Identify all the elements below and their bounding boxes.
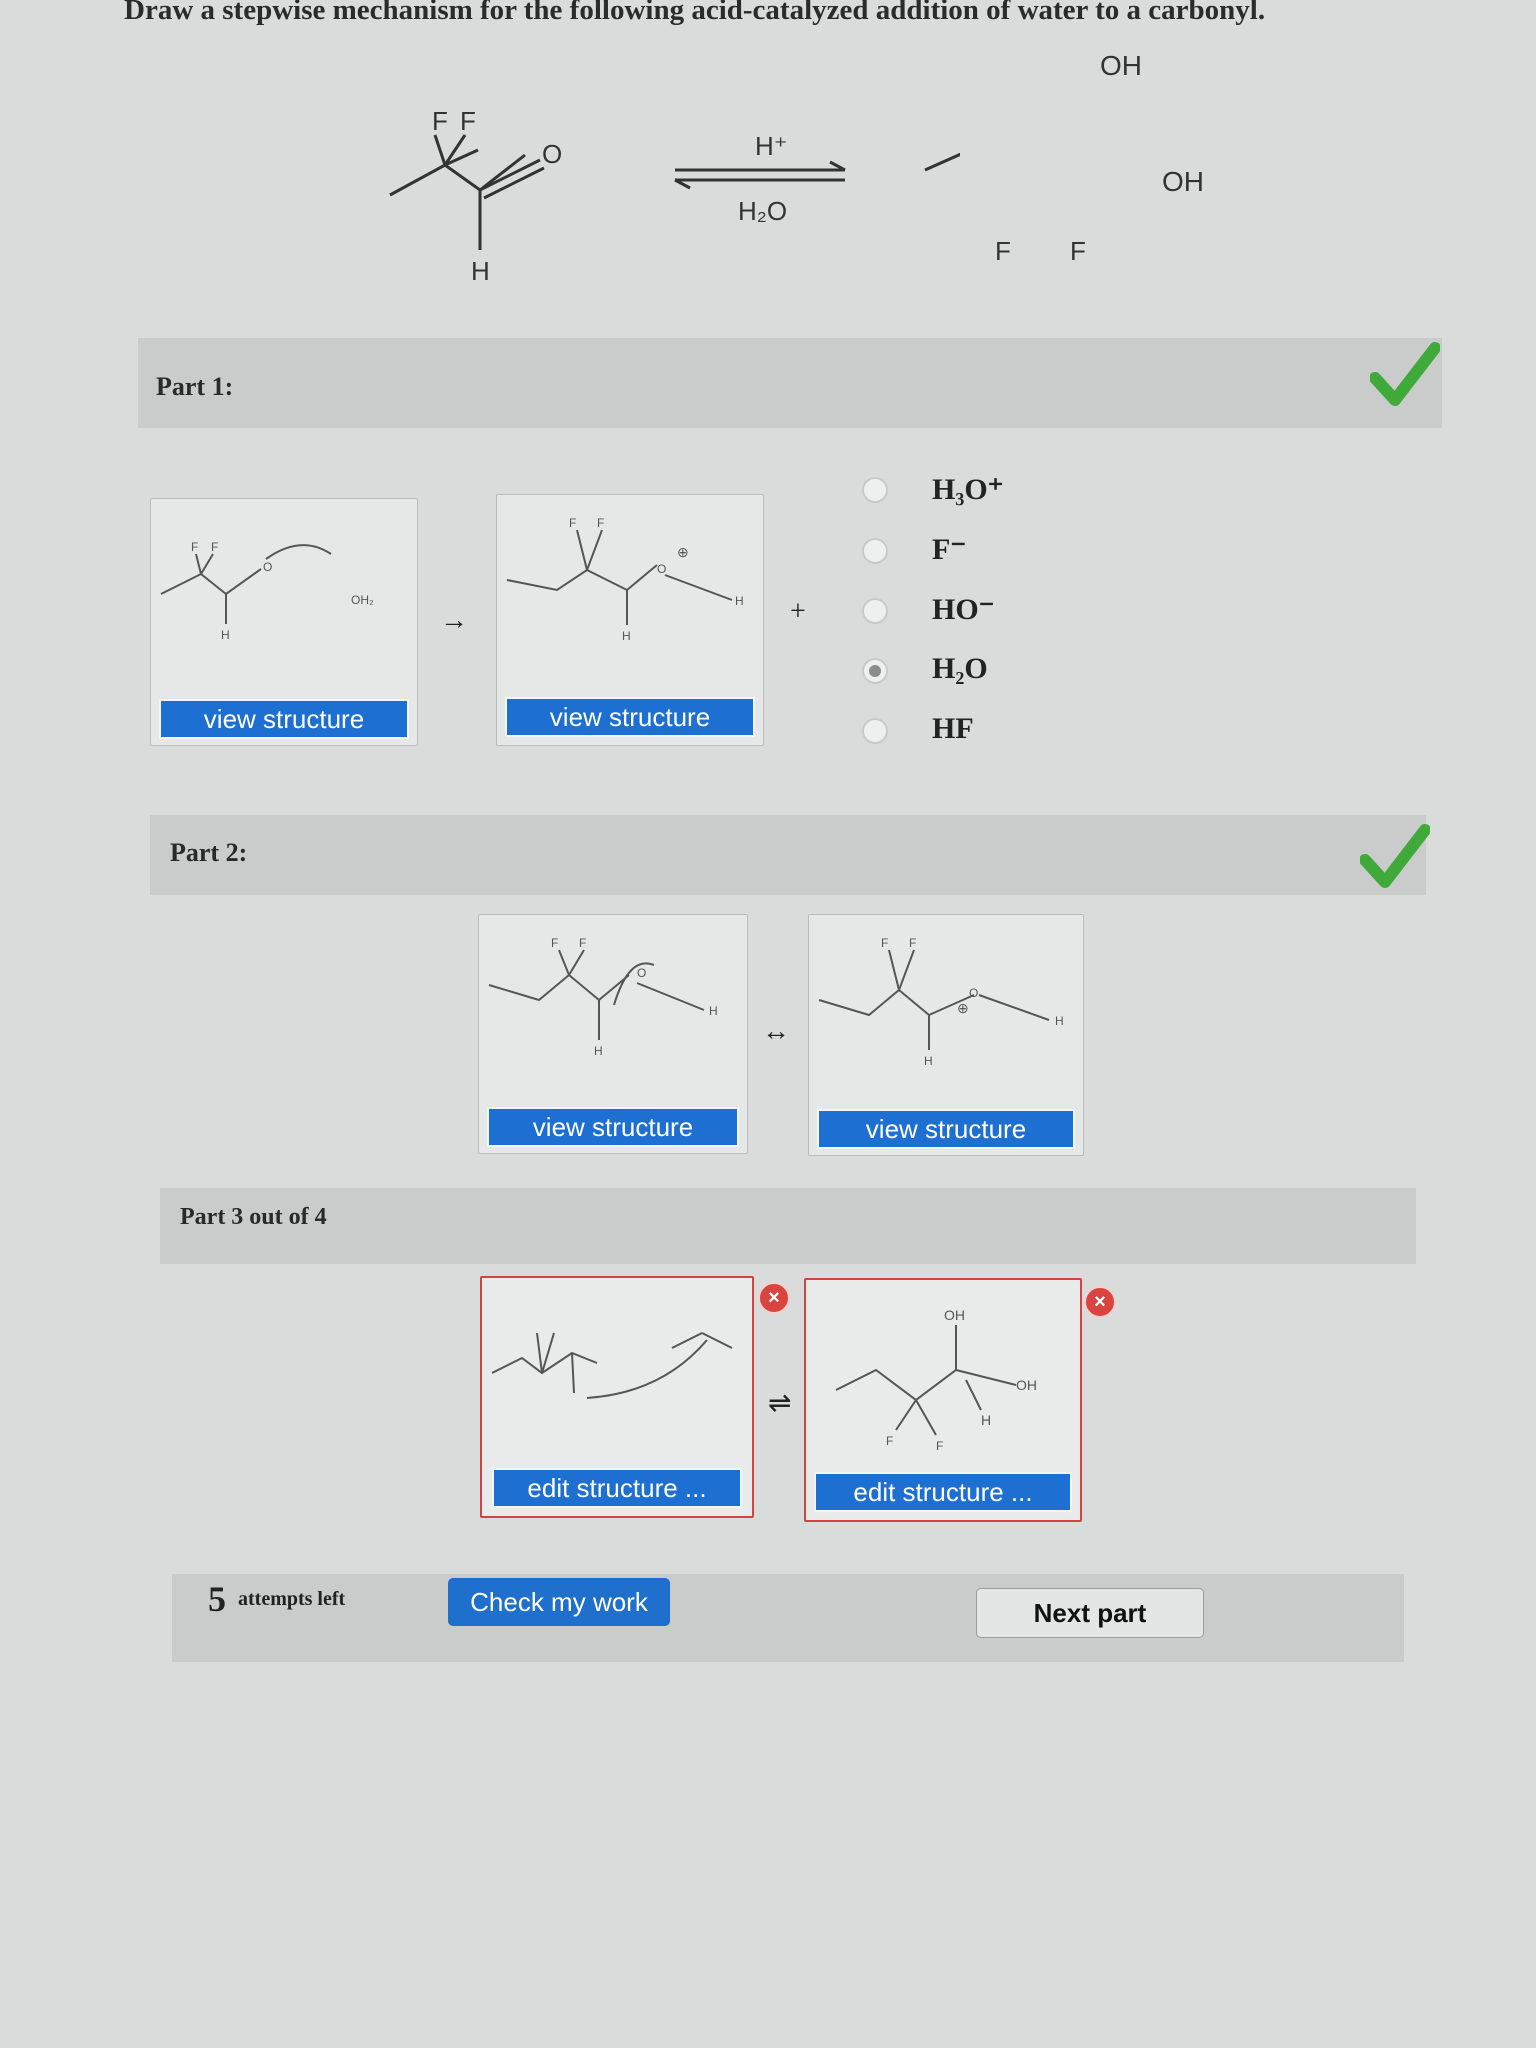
- part1-arrow: →: [440, 605, 468, 636]
- svg-text:H: H: [709, 1004, 718, 1018]
- next-part-button[interactable]: Next part: [976, 1588, 1204, 1638]
- part1-check-icon: [1370, 342, 1440, 406]
- footer-bar: [172, 1574, 1404, 1662]
- svg-text:O: O: [263, 560, 272, 574]
- part3-structure-1-drawing: [491, 1332, 733, 1399]
- part3-structure-1-error-icon: ×: [758, 1282, 790, 1314]
- part3-label: Part 3 out of 4: [180, 1204, 327, 1230]
- part2-resonance-arrow: ↔: [762, 1016, 790, 1047]
- reactant-f2: F: [460, 106, 476, 136]
- part2-view-structure-2-button[interactable]: view structure: [817, 1109, 1075, 1149]
- product-f1: F: [995, 236, 1011, 266]
- svg-text:F: F: [886, 1434, 893, 1448]
- part1-plus: +: [790, 596, 806, 627]
- part3-equilibrium-arrow: ⇌: [768, 1388, 792, 1419]
- part1-structure-1: F F H O OH₂ view structure: [150, 498, 418, 746]
- svg-text:H: H: [1055, 1014, 1064, 1028]
- svg-text:O: O: [637, 966, 646, 980]
- svg-text:OH₂: OH₂: [351, 593, 374, 607]
- part1-view-structure-2-button[interactable]: view structure: [505, 697, 755, 737]
- part3-structure-1: edit structure ...: [480, 1276, 754, 1518]
- part1-label: Part 1:: [156, 372, 234, 401]
- part2-header-bar: [150, 815, 1426, 895]
- reagent-water: H₂O: [738, 196, 787, 226]
- part3-structure-2: OH OH H F F edit structure ...: [804, 1278, 1082, 1522]
- svg-text:O: O: [969, 986, 978, 1000]
- svg-text:OH: OH: [1016, 1377, 1037, 1393]
- part3-structure-2-error-icon: ×: [1084, 1286, 1116, 1318]
- part2-structure-1: F F H O H view structure: [478, 914, 748, 1154]
- part3-structure-2-drawing: OH OH H F F: [835, 1307, 1037, 1453]
- part3-edit-structure-2-button[interactable]: edit structure ...: [814, 1472, 1072, 1512]
- svg-text:F: F: [909, 936, 916, 950]
- part1-structure-2: F F H O H ⊕ view structure: [496, 494, 764, 746]
- svg-text:O: O: [657, 562, 666, 576]
- part1-structure-1-drawing: F F H O OH₂: [160, 540, 374, 642]
- part1-view-structure-1-button[interactable]: view structure: [159, 699, 409, 739]
- svg-text:H: H: [735, 594, 744, 608]
- svg-text:F: F: [936, 1439, 943, 1453]
- option-label-hf: HF: [932, 712, 974, 745]
- option-radio-water[interactable]: [862, 658, 888, 684]
- option-radio-fluoride[interactable]: [862, 538, 888, 564]
- svg-text:F: F: [579, 936, 586, 950]
- part1-structure-2-drawing: F F H O H ⊕: [506, 516, 744, 643]
- svg-text:F: F: [597, 516, 604, 530]
- product-oh1: OH: [1100, 50, 1142, 81]
- part2-label: Part 2:: [170, 838, 248, 867]
- reaction-scheme: F F O H H⁺ H₂O: [389, 106, 960, 286]
- part2-structure-2-drawing: F F H O H ⊕: [818, 936, 1064, 1068]
- svg-text:F: F: [569, 516, 576, 530]
- svg-text:F: F: [211, 540, 218, 554]
- svg-text:H: H: [924, 1054, 933, 1068]
- part2-view-structure-1-button[interactable]: view structure: [487, 1107, 739, 1147]
- svg-text:⊕: ⊕: [677, 544, 689, 560]
- attempts-text: attempts left: [238, 1588, 346, 1610]
- svg-text:F: F: [551, 936, 558, 950]
- product-f2: F: [1070, 236, 1086, 266]
- reagent-acid: H⁺: [755, 131, 788, 161]
- svg-text:F: F: [191, 540, 198, 554]
- part2-structure-2: F F H O H ⊕ view structure: [808, 914, 1084, 1156]
- part3-header-bar: [160, 1188, 1416, 1264]
- svg-text:OH: OH: [944, 1307, 965, 1323]
- svg-text:F: F: [881, 936, 888, 950]
- svg-text:H: H: [622, 629, 631, 643]
- reactant-o: O: [542, 139, 562, 169]
- svg-text:H: H: [981, 1412, 991, 1428]
- svg-text:⊕: ⊕: [957, 1000, 969, 1016]
- svg-text:H: H: [594, 1044, 603, 1058]
- reactant-f1: F: [432, 106, 448, 136]
- part2-check-icon: [1360, 824, 1430, 888]
- option-label-fluoride: F⁻: [932, 533, 967, 566]
- option-radio-hydroxide[interactable]: [862, 598, 888, 624]
- svg-text:H: H: [221, 628, 230, 642]
- part1-header-bar: [138, 338, 1442, 428]
- product-oh2: OH: [1162, 166, 1204, 197]
- option-radio-hf[interactable]: [862, 718, 888, 744]
- check-my-work-button[interactable]: Check my work: [448, 1578, 670, 1626]
- option-label-water: H₂O: [932, 652, 988, 685]
- question-text: Draw a stepwise mechanism for the follow…: [124, 0, 1266, 26]
- part1-byproduct-options: H₃O⁺ F⁻ HO⁻ H₂O HF: [862, 472, 1102, 772]
- option-radio-h3o[interactable]: [862, 477, 888, 503]
- option-label-hydroxide: HO⁻: [932, 593, 995, 626]
- part3-edit-structure-1-button[interactable]: edit structure ...: [492, 1468, 742, 1508]
- option-label-h3o: H₃O⁺: [932, 473, 1004, 506]
- reactant-h: H: [471, 256, 490, 286]
- part2-structure-1-drawing: F F H O H: [488, 936, 718, 1058]
- attempts-number: 5: [208, 1579, 226, 1619]
